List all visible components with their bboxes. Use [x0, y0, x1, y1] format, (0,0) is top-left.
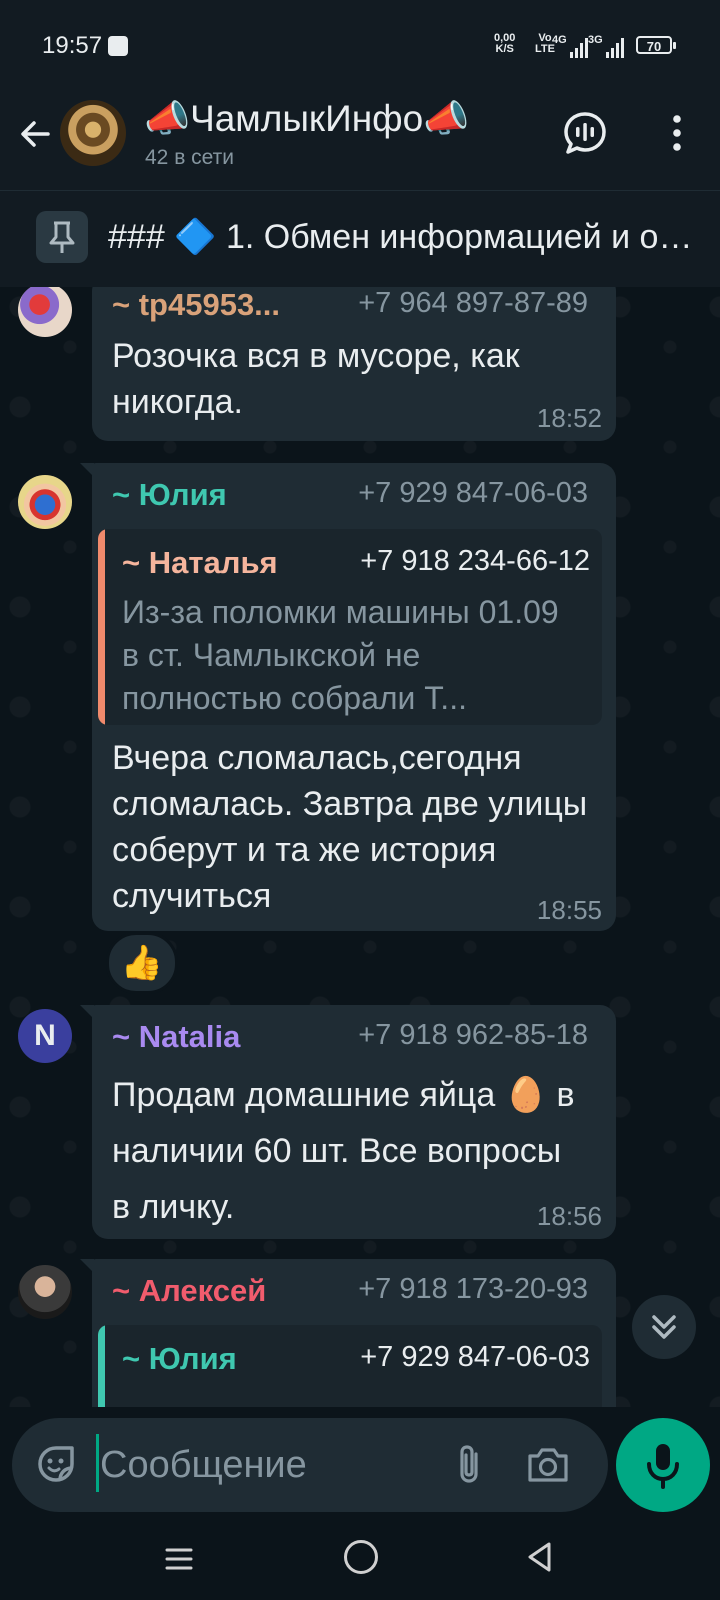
message-bubble[interactable]: ~ Юлия +7 929 847-06-03 ~ Наталья +7 918… [80, 463, 616, 931]
signal-4g-icon: 4G [552, 34, 588, 58]
camera-icon[interactable] [524, 1440, 572, 1488]
scroll-to-bottom-button[interactable] [632, 1295, 696, 1359]
sticker-emoji-icon[interactable] [34, 1442, 78, 1486]
pinned-message-text: ### 🔷 1. Обмен информацией и объявлениям… [108, 218, 704, 256]
bubble-tail [80, 463, 94, 477]
message-input[interactable] [100, 1440, 430, 1490]
message-bubble[interactable]: ~ Алексей +7 918 173-20-93 ~ Юлия +7 929… [80, 1259, 616, 1407]
system-nav-bar [0, 1520, 720, 1600]
quoted-sender: ~ Юлия [122, 1341, 237, 1376]
pin-icon [36, 211, 88, 263]
signal-3g-label: 3G [588, 34, 603, 46]
message-list[interactable]: ~ tp45953... +7 964 897-87-89 Розочка вс… [0, 287, 720, 1407]
chat-title[interactable]: 📣ЧамлыкИнфо📣 [144, 98, 469, 141]
reaction-badge[interactable]: 👍 [106, 932, 178, 994]
back-triangle-icon[interactable] [524, 1540, 554, 1574]
message-bubble[interactable]: ~ tp45953... +7 964 897-87-89 Розочка вс… [92, 287, 616, 441]
battery-level: 70 [646, 39, 662, 54]
message-text: Розочка вся в мусоре, как никогда. [112, 337, 520, 421]
sender-avatar[interactable] [18, 1265, 72, 1319]
quoted-message[interactable]: ~ Наталья +7 918 234-66-12 Из-за поломки… [98, 529, 602, 725]
double-chevron-down-icon [652, 1315, 676, 1339]
status-bar: 19:57 0,00 K/S Vo LTE 4G 3G 70 [0, 0, 720, 92]
quoted-phone: +7 918 234-66-12 [360, 545, 590, 577]
compose-bar [12, 1418, 608, 1512]
message-bubble[interactable]: ~ Natalia +7 918 962-85-18 Продам домашн… [80, 1005, 616, 1239]
sender-phone: +7 918 962-85-18 [358, 1019, 588, 1051]
online-count: 42 в сети [145, 146, 235, 169]
microphone-icon [647, 1444, 679, 1489]
signal-3g-icon: 3G [588, 34, 624, 58]
quote-accent-bar [98, 529, 105, 725]
voice-message-button[interactable] [616, 1418, 710, 1512]
sender-avatar[interactable] [18, 287, 72, 337]
notification-icon [108, 36, 128, 56]
quoted-message[interactable]: ~ Юлия +7 929 847-06-03 [98, 1325, 602, 1407]
more-options-icon[interactable] [654, 110, 700, 156]
quoted-phone: +7 929 847-06-03 [360, 1341, 590, 1373]
net-speed-unit: K/S [495, 43, 514, 55]
voice-chat-icon[interactable] [562, 110, 608, 156]
signal-4g-label: 4G [552, 34, 567, 46]
sender-name[interactable]: ~ tp45953... [112, 287, 280, 323]
quoted-text: Из-за поломки машины 01.09 в ст. Чамлыкс… [122, 594, 559, 716]
sender-name[interactable]: ~ Юлия [112, 477, 227, 513]
message-text: Вчера сломалась,сегодня сломалась. Завтр… [112, 739, 588, 915]
quoted-sender: ~ Наталья [122, 545, 278, 580]
sender-phone: +7 964 897-87-89 [358, 287, 588, 319]
sender-avatar[interactable]: N [18, 1009, 72, 1063]
back-arrow-icon[interactable] [14, 112, 58, 156]
bubble-tail [80, 1005, 94, 1019]
sender-phone: +7 918 173-20-93 [358, 1273, 588, 1305]
message-time: 18:56 [536, 1201, 602, 1231]
chat-header: 📣ЧамлыкИнфо📣 42 в сети [0, 92, 720, 191]
bubble-tail [80, 1259, 94, 1273]
sender-phone: +7 929 847-06-03 [358, 477, 588, 509]
pinned-message-bar[interactable]: ### 🔷 1. Обмен информацией и объявлениям… [0, 191, 720, 287]
message-text: Продам домашние яйца 🥚 в наличии 60 шт. … [112, 1076, 575, 1226]
text-cursor [96, 1434, 99, 1492]
sender-avatar[interactable] [18, 475, 72, 529]
attach-icon[interactable] [446, 1440, 494, 1488]
battery-icon: 70 [636, 36, 676, 54]
quote-accent-bar [98, 1325, 105, 1407]
message-time: 18:55 [536, 895, 602, 925]
home-icon[interactable] [344, 1540, 378, 1574]
sender-name[interactable]: ~ Natalia [112, 1019, 240, 1055]
net-speed-indicator: 0,00 K/S [494, 33, 515, 55]
sender-name[interactable]: ~ Алексей [112, 1273, 266, 1309]
message-time: 18:52 [536, 403, 602, 433]
group-avatar[interactable] [60, 100, 126, 166]
recent-apps-icon[interactable] [164, 1544, 194, 1574]
